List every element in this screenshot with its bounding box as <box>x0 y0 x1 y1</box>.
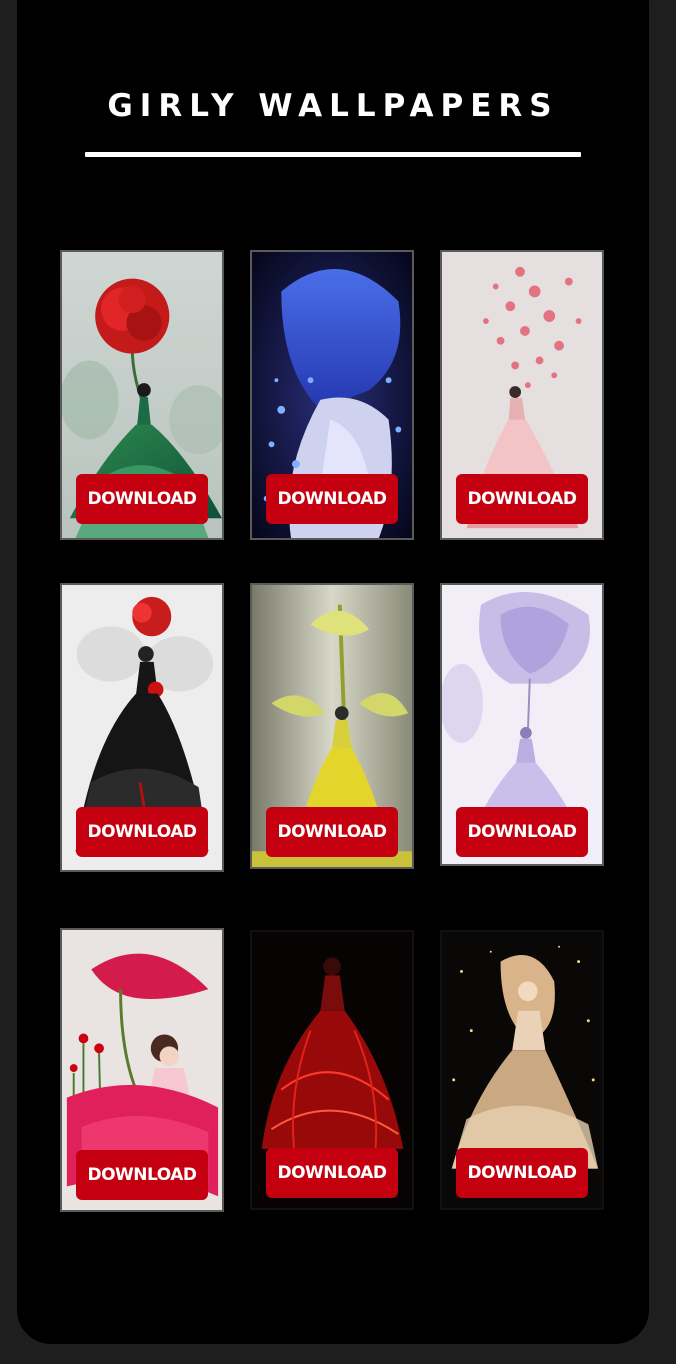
wallpaper-card[interactable]: DOWNLOAD <box>440 250 604 540</box>
download-button[interactable]: DOWNLOAD <box>456 474 588 524</box>
download-button[interactable]: DOWNLOAD <box>76 474 208 524</box>
wallpaper-card[interactable]: DOWNLOAD <box>440 583 604 866</box>
wallpaper-card[interactable]: DOWNLOAD <box>440 930 604 1210</box>
phone-screen: GIRLY WALLPAPERS DOWNLOAD DOWNLOAD DOWNL… <box>17 0 649 1344</box>
download-button[interactable]: DOWNLOAD <box>266 807 398 857</box>
download-button[interactable]: DOWNLOAD <box>456 1148 588 1198</box>
download-button[interactable]: DOWNLOAD <box>76 807 208 857</box>
download-button[interactable]: DOWNLOAD <box>456 807 588 857</box>
wallpaper-card[interactable]: DOWNLOAD <box>60 928 224 1212</box>
wallpaper-card[interactable]: DOWNLOAD <box>250 930 414 1210</box>
download-button[interactable]: DOWNLOAD <box>76 1150 208 1200</box>
title-underline <box>85 152 581 157</box>
download-button[interactable]: DOWNLOAD <box>266 1148 398 1198</box>
download-button[interactable]: DOWNLOAD <box>266 474 398 524</box>
wallpaper-card[interactable]: DOWNLOAD <box>60 250 224 540</box>
wallpaper-card[interactable]: DOWNLOAD <box>250 583 414 869</box>
wallpaper-card[interactable]: DOWNLOAD <box>60 583 224 872</box>
wallpaper-card[interactable]: DOWNLOAD <box>250 250 414 540</box>
page-title: GIRLY WALLPAPERS <box>107 88 559 124</box>
